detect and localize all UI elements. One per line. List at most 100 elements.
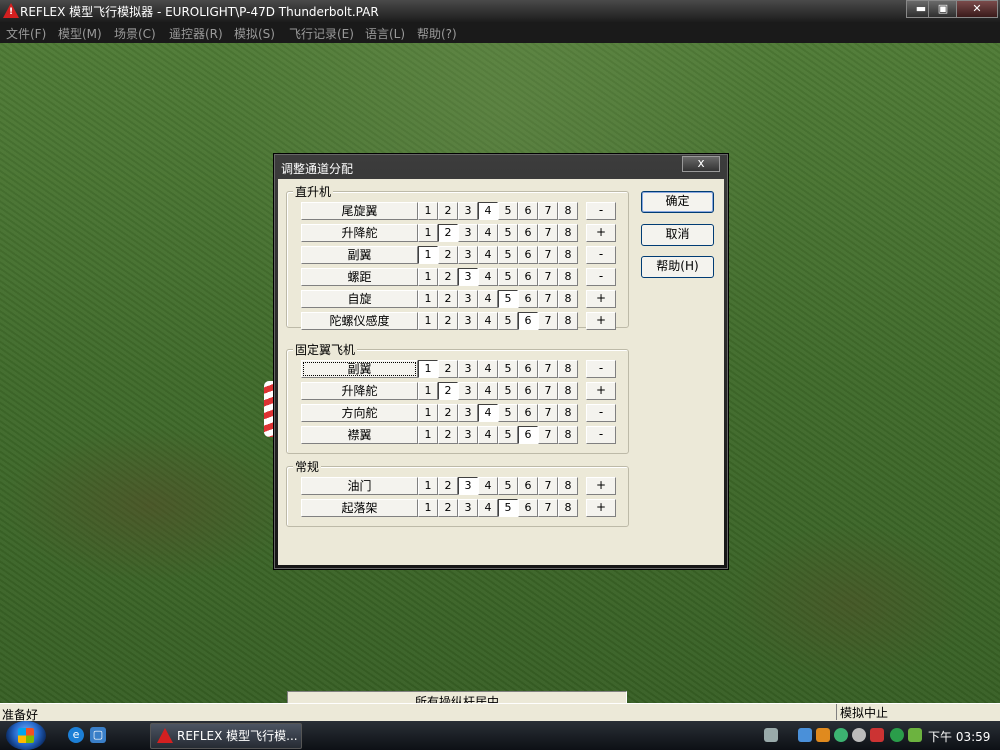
channel-number-button[interactable]: 6 <box>518 246 538 264</box>
channel-number-button[interactable]: 2 <box>438 382 458 400</box>
channel-number-button[interactable]: 3 <box>458 246 478 264</box>
channel-function-button[interactable]: 尾旋翼 <box>301 202 418 220</box>
reverse-toggle-button[interactable]: - <box>586 426 616 444</box>
reverse-toggle-button[interactable]: + <box>586 382 616 400</box>
channel-number-button[interactable]: 6 <box>518 360 538 378</box>
reverse-toggle-button[interactable]: - <box>586 202 616 220</box>
channel-number-button[interactable]: 5 <box>498 268 518 286</box>
channel-number-button[interactable]: 3 <box>458 268 478 286</box>
reverse-toggle-button[interactable]: - <box>586 360 616 378</box>
channel-function-button[interactable]: 升降舵 <box>301 382 418 400</box>
dialog-close-button[interactable]: x <box>682 156 720 172</box>
channel-number-button[interactable]: 1 <box>418 312 438 330</box>
channel-number-button[interactable]: 4 <box>478 499 498 517</box>
channel-number-button[interactable]: 7 <box>538 426 558 444</box>
channel-number-button[interactable]: 7 <box>538 477 558 495</box>
channel-number-button[interactable]: 6 <box>518 404 538 422</box>
channel-number-button[interactable]: 8 <box>558 268 578 286</box>
tray-gpu-icon[interactable] <box>908 728 922 742</box>
channel-function-button[interactable]: 油门 <box>301 477 418 495</box>
menu-model[interactable]: 模型(M) <box>58 25 102 42</box>
start-button[interactable] <box>6 721 46 750</box>
reverse-toggle-button[interactable]: + <box>586 499 616 517</box>
reverse-toggle-button[interactable]: - <box>586 404 616 422</box>
channel-number-button[interactable]: 7 <box>538 246 558 264</box>
tray-network-icon[interactable] <box>798 728 812 742</box>
channel-number-button[interactable]: 5 <box>498 202 518 220</box>
window-titlebar[interactable]: ! REFLEX 模型飞行模拟器 - EUROLIGHT\P-47D Thund… <box>0 0 1000 22</box>
channel-function-button[interactable]: 襟翼 <box>301 426 418 444</box>
channel-number-button[interactable]: 7 <box>538 404 558 422</box>
channel-number-button[interactable]: 4 <box>478 202 498 220</box>
ok-button[interactable]: 确定 <box>641 191 714 213</box>
reverse-toggle-button[interactable]: + <box>586 312 616 330</box>
channel-number-button[interactable]: 7 <box>538 382 558 400</box>
channel-number-button[interactable]: 8 <box>558 312 578 330</box>
channel-number-button[interactable]: 5 <box>498 382 518 400</box>
channel-number-button[interactable]: 4 <box>478 382 498 400</box>
channel-number-button[interactable]: 2 <box>438 268 458 286</box>
cancel-button[interactable]: 取消 <box>641 224 714 246</box>
channel-number-button[interactable]: 6 <box>518 202 538 220</box>
channel-number-button[interactable]: 4 <box>478 360 498 378</box>
channel-number-button[interactable]: 1 <box>418 404 438 422</box>
channel-number-button[interactable]: 1 <box>418 202 438 220</box>
channel-number-button[interactable]: 3 <box>458 477 478 495</box>
channel-number-button[interactable]: 1 <box>418 499 438 517</box>
channel-number-button[interactable]: 4 <box>478 246 498 264</box>
channel-number-button[interactable]: 5 <box>498 477 518 495</box>
channel-number-button[interactable]: 2 <box>438 360 458 378</box>
channel-number-button[interactable]: 6 <box>518 290 538 308</box>
channel-number-button[interactable]: 8 <box>558 477 578 495</box>
menu-file[interactable]: 文件(F) <box>6 25 46 42</box>
menu-language[interactable]: 语言(L) <box>365 25 405 42</box>
channel-number-button[interactable]: 1 <box>418 360 438 378</box>
channel-number-button[interactable]: 3 <box>458 426 478 444</box>
channel-number-button[interactable]: 2 <box>438 477 458 495</box>
channel-number-button[interactable]: 8 <box>558 224 578 242</box>
channel-number-button[interactable]: 5 <box>498 360 518 378</box>
channel-number-button[interactable]: 4 <box>478 312 498 330</box>
channel-number-button[interactable]: 4 <box>478 477 498 495</box>
channel-number-button[interactable]: 8 <box>558 404 578 422</box>
channel-number-button[interactable]: 7 <box>538 360 558 378</box>
tray-app-icon[interactable] <box>764 728 778 742</box>
menu-scenery[interactable]: 场景(C) <box>114 25 156 42</box>
channel-number-button[interactable]: 3 <box>458 360 478 378</box>
channel-number-button[interactable]: 7 <box>538 202 558 220</box>
taskbar-reflex-button[interactable]: REFLEX 模型飞行模... <box>150 723 302 749</box>
channel-number-button[interactable]: 8 <box>558 246 578 264</box>
channel-number-button[interactable]: 3 <box>458 404 478 422</box>
channel-function-button[interactable]: 螺距 <box>301 268 418 286</box>
channel-function-button[interactable]: 起落架 <box>301 499 418 517</box>
channel-number-button[interactable]: 1 <box>418 477 438 495</box>
channel-number-button[interactable]: 4 <box>478 290 498 308</box>
channel-number-button[interactable]: 5 <box>498 246 518 264</box>
channel-number-button[interactable]: 8 <box>558 290 578 308</box>
channel-function-button[interactable]: 副翼 <box>301 246 418 264</box>
channel-number-button[interactable]: 3 <box>458 224 478 242</box>
tray-security-icon[interactable] <box>816 728 830 742</box>
channel-number-button[interactable]: 5 <box>498 499 518 517</box>
channel-number-button[interactable]: 1 <box>418 224 438 242</box>
channel-number-button[interactable]: 2 <box>438 426 458 444</box>
channel-number-button[interactable]: 2 <box>438 290 458 308</box>
channel-number-button[interactable]: 6 <box>518 499 538 517</box>
channel-number-button[interactable]: 8 <box>558 202 578 220</box>
channel-number-button[interactable]: 8 <box>558 382 578 400</box>
help-button[interactable]: 帮助(H) <box>641 256 714 278</box>
channel-number-button[interactable]: 8 <box>558 499 578 517</box>
channel-number-button[interactable]: 7 <box>538 224 558 242</box>
channel-number-button[interactable]: 5 <box>498 426 518 444</box>
channel-number-button[interactable]: 7 <box>538 290 558 308</box>
menu-simulation[interactable]: 模拟(S) <box>234 25 275 42</box>
channel-number-button[interactable]: 8 <box>558 360 578 378</box>
channel-function-button[interactable]: 副翼 <box>301 360 418 378</box>
channel-function-button[interactable]: 升降舵 <box>301 224 418 242</box>
channel-number-button[interactable]: 3 <box>458 312 478 330</box>
channel-number-button[interactable]: 5 <box>498 224 518 242</box>
channel-number-button[interactable]: 1 <box>418 382 438 400</box>
channel-number-button[interactable]: 2 <box>438 404 458 422</box>
menu-help[interactable]: 帮助(?) <box>417 25 457 42</box>
channel-function-button[interactable]: 陀螺仪感度 <box>301 312 418 330</box>
